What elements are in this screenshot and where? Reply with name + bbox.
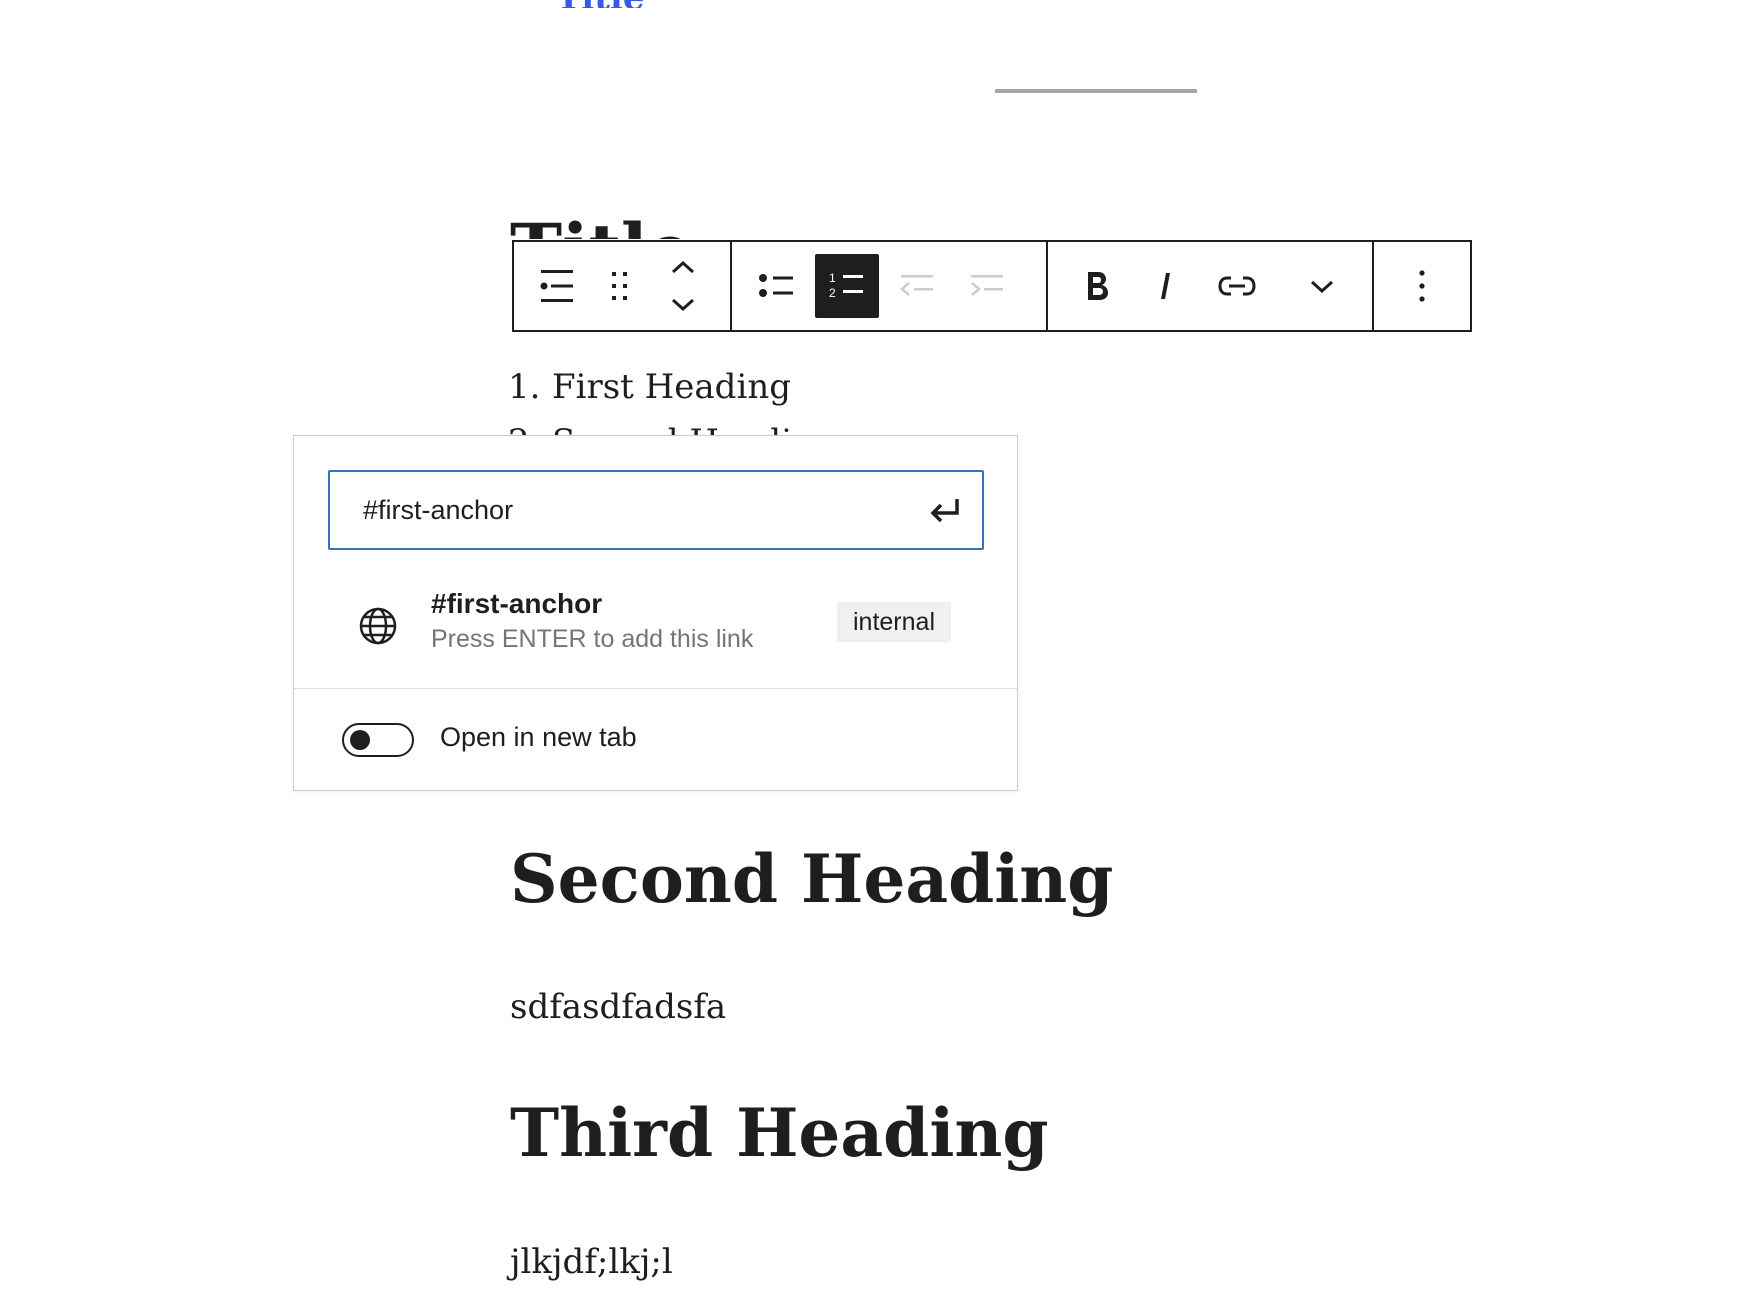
toolbar-group-options: [1374, 242, 1470, 330]
bold-button[interactable]: [1065, 254, 1129, 318]
list-item-text: First Heading: [552, 367, 791, 407]
link-button[interactable]: [1205, 254, 1269, 318]
separator: [995, 89, 1197, 93]
link-icon: [1218, 276, 1256, 296]
numbered-list-digit-1: 1: [829, 271, 836, 285]
unordered-list-button[interactable]: [745, 254, 809, 318]
outdent-icon: [900, 275, 933, 296]
open-in-new-tab-label[interactable]: Open in new tab: [440, 722, 637, 753]
list-item-number: 1.: [508, 367, 541, 407]
submit-link-button[interactable]: [928, 496, 962, 531]
link-url-input[interactable]: #first-anchor: [328, 470, 984, 550]
toolbar-group-format: [1048, 242, 1374, 330]
list-item[interactable]: 1. First Heading: [508, 367, 791, 407]
italic-icon: [1161, 273, 1170, 299]
ordered-list-button[interactable]: 1 2: [815, 254, 879, 318]
drag-handle-button[interactable]: [595, 254, 645, 318]
toggle-knob: [350, 730, 370, 750]
bold-icon: [1088, 272, 1108, 300]
paragraph[interactable]: jlkjdf;lkj;l: [510, 1242, 673, 1282]
more-vertical-icon: [1419, 270, 1425, 302]
suggestion-subtitle: Press ENTER to add this link: [431, 625, 754, 653]
block-toolbar: 1 2: [512, 240, 1472, 332]
chevron-up-down-icon: [671, 260, 695, 312]
more-rich-text-button[interactable]: [1290, 254, 1354, 318]
link-url-value: #first-anchor: [363, 494, 514, 525]
heading-third[interactable]: Third Heading: [510, 1097, 1049, 1170]
heading-second[interactable]: Second Heading: [510, 843, 1113, 916]
post-title[interactable]: Title: [510, 205, 692, 240]
toolbar-group-list: 1 2: [732, 242, 1048, 330]
numbered-list-icon: 1 2: [829, 271, 863, 300]
enter-icon: [930, 499, 959, 523]
bullet-list-icon: [759, 274, 793, 297]
paragraph[interactable]: sdfasdfadsfa: [510, 987, 726, 1027]
link-popover: #first-anchor #first-anchor Press ENTER …: [293, 435, 1018, 791]
list-block-icon: [540, 270, 573, 302]
numbered-list-digit-2: 2: [829, 286, 836, 300]
chevron-down-icon: [1310, 280, 1334, 294]
open-in-new-tab-toggle[interactable]: [342, 723, 414, 757]
link-type-badge: internal: [837, 602, 951, 642]
indent-button[interactable]: [955, 254, 1019, 318]
options-button[interactable]: [1390, 254, 1454, 318]
outdent-button[interactable]: [885, 254, 949, 318]
indent-icon: [971, 275, 1003, 296]
drag-handle-icon: [612, 272, 627, 300]
post-title-text: Title: [510, 215, 692, 240]
block-type-button[interactable]: [525, 254, 589, 318]
link-suggestion-item[interactable]: #first-anchor Press ENTER to add this li…: [294, 576, 1017, 696]
top-link[interactable]: Title: [556, 0, 644, 8]
open-in-new-tab-row: Open in new tab: [294, 689, 1017, 791]
globe-icon: [359, 607, 397, 645]
italic-button[interactable]: [1135, 254, 1199, 318]
toolbar-group-block: [514, 242, 732, 330]
move-up-down-button[interactable]: [651, 254, 715, 318]
suggestion-title: #first-anchor: [431, 588, 603, 619]
